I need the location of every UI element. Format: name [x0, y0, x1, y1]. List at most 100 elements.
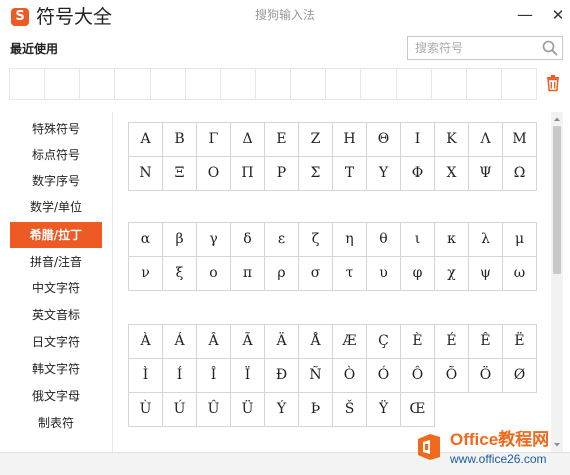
recent-slot[interactable]	[115, 69, 151, 99]
symbol-cell[interactable]: Ù	[129, 393, 163, 427]
symbol-cell[interactable]: Œ	[401, 393, 435, 427]
symbol-cell[interactable]: Ü	[231, 393, 265, 427]
symbol-cell[interactable]: ο	[197, 257, 231, 291]
symbol-cell[interactable]: ξ	[163, 257, 197, 291]
sidebar-item[interactable]: 数字序号	[10, 168, 102, 194]
symbol-cell[interactable]: λ	[469, 223, 503, 257]
symbol-cell[interactable]: υ	[367, 257, 401, 291]
symbol-cell[interactable]: Ε	[265, 123, 299, 157]
search-input[interactable]	[408, 37, 538, 59]
symbol-cell[interactable]: Î	[197, 359, 231, 393]
symbol-cell[interactable]: χ	[435, 257, 469, 291]
scrollbar[interactable]	[551, 112, 563, 452]
symbol-cell[interactable]: ω	[503, 257, 537, 291]
symbol-cell[interactable]: Ú	[163, 393, 197, 427]
recent-slot[interactable]	[397, 69, 432, 99]
symbol-cell[interactable]: Ρ	[265, 157, 299, 191]
symbol-cell[interactable]: Β	[163, 123, 197, 157]
symbol-cell[interactable]: Ô	[401, 359, 435, 393]
symbol-cell[interactable]: Ι	[401, 123, 435, 157]
symbol-cell[interactable]: α	[129, 223, 163, 257]
symbol-cell[interactable]: Κ	[435, 123, 469, 157]
recent-slot[interactable]	[151, 69, 186, 99]
symbol-cell[interactable]: Ý	[265, 393, 299, 427]
symbol-cell[interactable]: Ξ	[163, 157, 197, 191]
sidebar-item[interactable]: 希腊/拉丁	[10, 222, 102, 248]
symbol-cell[interactable]: Χ	[435, 157, 469, 191]
symbol-cell[interactable]: Û	[197, 393, 231, 427]
minimize-button[interactable]: —	[515, 5, 535, 25]
sidebar-item[interactable]: 日文字符	[10, 329, 102, 355]
recent-slot[interactable]	[45, 69, 81, 99]
symbol-cell[interactable]: Λ	[469, 123, 503, 157]
trash-icon[interactable]	[545, 74, 561, 92]
symbol-cell[interactable]: ν	[129, 257, 163, 291]
recent-slot[interactable]	[186, 69, 221, 99]
symbol-cell[interactable]: Ì	[129, 359, 163, 393]
symbol-cell[interactable]: σ	[299, 257, 333, 291]
symbol-cell[interactable]: ε	[265, 223, 299, 257]
symbol-cell[interactable]: Σ	[299, 157, 333, 191]
symbol-cell[interactable]: ψ	[469, 257, 503, 291]
symbol-cell[interactable]: Ê	[469, 325, 503, 359]
symbol-cell[interactable]: Â	[197, 325, 231, 359]
symbol-cell[interactable]: Þ	[299, 393, 333, 427]
symbol-cell[interactable]: Γ	[197, 123, 231, 157]
symbol-cell[interactable]: Ψ	[469, 157, 503, 191]
symbol-cell[interactable]: Å	[299, 325, 333, 359]
recent-slot[interactable]	[467, 69, 502, 99]
symbol-cell[interactable]: Ω	[503, 157, 537, 191]
symbol-cell[interactable]: Υ	[367, 157, 401, 191]
symbol-cell[interactable]: Š	[333, 393, 367, 427]
symbol-cell[interactable]: Ç	[367, 325, 401, 359]
sidebar-item[interactable]: 特殊符号	[10, 116, 102, 142]
recent-slot[interactable]	[256, 69, 292, 99]
symbol-cell[interactable]: Φ	[401, 157, 435, 191]
symbol-cell[interactable]: Ø	[503, 359, 537, 393]
sidebar-item[interactable]: 数学/单位	[10, 194, 102, 220]
symbol-cell[interactable]: Η	[333, 123, 367, 157]
sidebar-item[interactable]: 中文字符	[10, 275, 102, 301]
symbol-cell[interactable]: À	[129, 325, 163, 359]
symbol-cell[interactable]: Ï	[231, 359, 265, 393]
symbol-cell[interactable]: É	[435, 325, 469, 359]
recent-slot[interactable]	[80, 69, 116, 99]
symbol-cell[interactable]: Ö	[469, 359, 503, 393]
symbol-cell[interactable]: Ð	[265, 359, 299, 393]
symbol-cell[interactable]: Τ	[333, 157, 367, 191]
close-button[interactable]: ✕	[548, 5, 568, 25]
search-box[interactable]	[407, 36, 563, 60]
symbol-cell[interactable]: τ	[333, 257, 367, 291]
scroll-up-arrow-icon[interactable]	[551, 114, 563, 124]
symbol-cell[interactable]: β	[163, 223, 197, 257]
symbol-cell[interactable]: Ζ	[299, 123, 333, 157]
scrollbar-thumb[interactable]	[553, 126, 561, 274]
symbol-cell[interactable]: Õ	[435, 359, 469, 393]
symbol-cell[interactable]: ζ	[299, 223, 333, 257]
symbol-cell[interactable]: θ	[367, 223, 401, 257]
recent-slot[interactable]	[502, 69, 536, 99]
symbol-cell[interactable]: δ	[231, 223, 265, 257]
search-icon[interactable]	[541, 39, 559, 57]
symbol-cell[interactable]: Ã	[231, 325, 265, 359]
symbol-cell[interactable]: μ	[503, 223, 537, 257]
symbol-cell[interactable]: ι	[401, 223, 435, 257]
symbol-cell[interactable]: Μ	[503, 123, 537, 157]
symbol-cell[interactable]: Í	[163, 359, 197, 393]
symbol-cell[interactable]: Ñ	[299, 359, 333, 393]
recent-slot[interactable]	[221, 69, 256, 99]
symbol-cell[interactable]: Δ	[231, 123, 265, 157]
symbol-cell[interactable]: ρ	[265, 257, 299, 291]
symbol-cell[interactable]: Α	[129, 123, 163, 157]
sidebar-item[interactable]: 拼音/注音	[10, 249, 102, 275]
symbol-cell[interactable]: η	[333, 223, 367, 257]
symbol-cell[interactable]: Θ	[367, 123, 401, 157]
symbol-cell[interactable]: Ë	[503, 325, 537, 359]
recent-slot[interactable]	[326, 69, 362, 99]
sidebar-item[interactable]: 制表符	[10, 410, 102, 436]
recent-slot[interactable]	[361, 69, 397, 99]
symbol-cell[interactable]: Á	[163, 325, 197, 359]
symbol-cell[interactable]: È	[401, 325, 435, 359]
symbol-cell[interactable]: Ä	[265, 325, 299, 359]
sidebar-item[interactable]: 标点符号	[10, 142, 102, 168]
